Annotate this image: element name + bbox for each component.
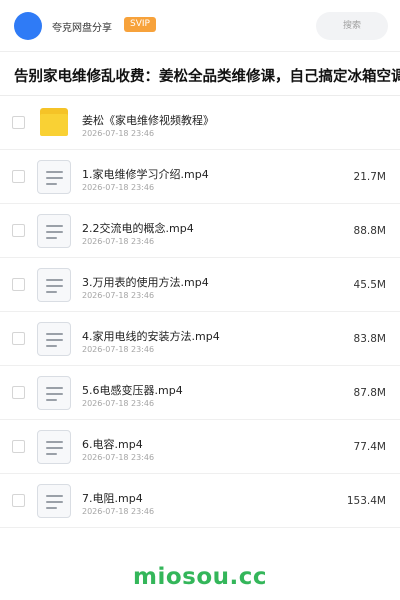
file-list: 姜松《家电维修视频教程》 2026-07-18 23:46 1.家电维修学习介绍… [0, 96, 400, 528]
checkbox[interactable] [12, 116, 25, 129]
file-name: 3.万用表的使用方法.mp4 [82, 276, 209, 289]
file-icon [37, 268, 71, 302]
file-icon [37, 430, 71, 464]
file-size: 21.7M [353, 171, 386, 183]
file-date: 2026-07-18 23:46 [82, 183, 155, 192]
watermark: miosou.cc [132, 564, 268, 590]
file-icon [37, 376, 71, 410]
list-item[interactable]: 5.6电感变压器.mp4 2026-07-18 23:46 87.8M [0, 366, 400, 420]
file-date: 2026-07-18 23:46 [82, 345, 155, 354]
file-date: 2026-07-18 23:46 [82, 237, 155, 246]
checkbox[interactable] [12, 278, 25, 291]
file-name: 5.6电感变压器.mp4 [82, 384, 183, 397]
top-bar: 夸克网盘分享 SVIP 搜索 [0, 0, 400, 52]
checkbox[interactable] [12, 332, 25, 345]
file-icon [37, 160, 71, 194]
checkbox[interactable] [12, 386, 25, 399]
svip-badge: SVIP [124, 17, 156, 32]
file-date: 2026-07-18 23:46 [82, 453, 155, 462]
file-name: 1.家电维修学习介绍.mp4 [82, 168, 209, 181]
list-item[interactable]: 7.电阻.mp4 2026-07-18 23:46 153.4M [0, 474, 400, 528]
file-icon [37, 322, 71, 356]
checkbox[interactable] [12, 440, 25, 453]
page-title: 告别家电维修乱收费：姜松全品类维修课，自己搞定冰箱空调洗衣机 [14, 69, 400, 85]
file-icon [37, 214, 71, 248]
checkbox[interactable] [12, 170, 25, 183]
file-name: 姜松《家电维修视频教程》 [82, 114, 214, 127]
list-item[interactable]: 2.2交流电的概念.mp4 2026-07-18 23:46 88.8M [0, 204, 400, 258]
checkbox[interactable] [12, 494, 25, 507]
list-item[interactable]: 1.家电维修学习介绍.mp4 2026-07-18 23:46 21.7M [0, 150, 400, 204]
title-bar: 告别家电维修乱收费：姜松全品类维修课，自己搞定冰箱空调洗衣机 [0, 52, 400, 96]
file-size: 83.8M [353, 333, 386, 345]
file-name: 2.2交流电的概念.mp4 [82, 222, 194, 235]
checkbox[interactable] [12, 224, 25, 237]
file-size: 77.4M [353, 441, 386, 453]
file-icon [37, 484, 71, 518]
file-date: 2026-07-18 23:46 [82, 399, 155, 408]
file-date: 2026-07-18 23:46 [82, 291, 155, 300]
site-name: 夸克网盘分享 [52, 23, 112, 34]
list-item[interactable]: 姜松《家电维修视频教程》 2026-07-18 23:46 [0, 96, 400, 150]
file-name: 4.家用电线的安装方法.mp4 [82, 330, 220, 343]
list-item[interactable]: 6.电容.mp4 2026-07-18 23:46 77.4M [0, 420, 400, 474]
list-item[interactable]: 3.万用表的使用方法.mp4 2026-07-18 23:46 45.5M [0, 258, 400, 312]
file-size: 87.8M [353, 387, 386, 399]
search-button[interactable]: 搜索 [316, 12, 388, 40]
file-size: 45.5M [353, 279, 386, 291]
list-item[interactable]: 4.家用电线的安装方法.mp4 2026-07-18 23:46 83.8M [0, 312, 400, 366]
folder-icon [37, 106, 71, 140]
file-name: 6.电容.mp4 [82, 438, 143, 451]
file-size: 153.4M [346, 495, 386, 507]
file-size: 88.8M [353, 225, 386, 237]
file-date: 2026-07-18 23:46 [82, 129, 155, 138]
file-name: 7.电阻.mp4 [82, 492, 143, 505]
avatar[interactable] [14, 12, 42, 40]
file-date: 2026-07-18 23:46 [82, 507, 155, 516]
